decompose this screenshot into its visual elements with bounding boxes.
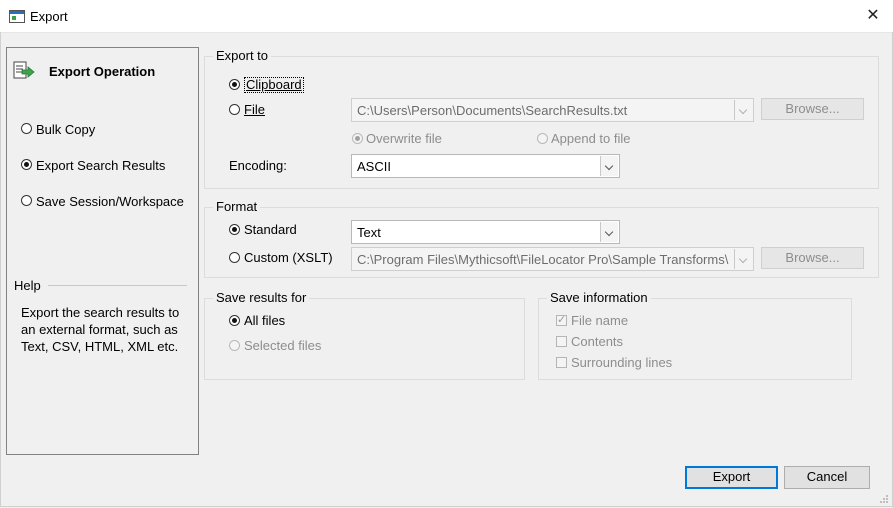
contents-label[interactable]: Contents — [571, 334, 623, 349]
help-line: Text, CSV, HTML, XML etc. — [21, 339, 179, 354]
app-icon — [9, 10, 25, 23]
chevron-down-icon[interactable] — [734, 249, 752, 269]
operation-panel — [6, 47, 199, 455]
file-name-checkbox[interactable] — [556, 313, 567, 326]
title-bar — [0, 0, 893, 33]
save-results-label: Save results for — [213, 290, 310, 305]
cancel-button[interactable]: Cancel — [784, 466, 870, 489]
close-icon: ✕ — [866, 7, 880, 24]
append-file-radio[interactable] — [537, 133, 548, 144]
help-text: Export the search results to an external… — [21, 304, 179, 355]
xslt-browse-button[interactable]: Browse... — [761, 247, 864, 269]
save-session-label[interactable]: Save Session/Workspace — [36, 194, 184, 209]
export-to-label: Export to — [213, 48, 272, 63]
standard-radio[interactable] — [229, 224, 240, 235]
file-browse-button[interactable]: Browse... — [761, 98, 864, 120]
contents-checkbox[interactable] — [556, 336, 567, 347]
custom-xslt-label[interactable]: Custom (XSLT) — [244, 250, 333, 265]
clipboard-text: Clipboard — [246, 77, 302, 92]
standard-format-combo[interactable]: Text — [351, 220, 620, 244]
help-line: an external format, such as — [21, 322, 178, 337]
file-path-value: C:\Users\Person\Documents\SearchResults.… — [357, 103, 628, 118]
overwrite-file-radio[interactable] — [352, 133, 363, 144]
chevron-down-icon[interactable] — [600, 156, 618, 176]
surrounding-lines-checkbox[interactable] — [556, 357, 567, 368]
append-file-label[interactable]: Append to file — [551, 131, 631, 146]
close-button[interactable]: ✕ — [858, 4, 888, 28]
help-heading: Help — [14, 278, 41, 293]
resize-grip-icon[interactable] — [879, 494, 889, 504]
file-radio[interactable] — [229, 104, 240, 115]
standard-format-value: Text — [357, 225, 381, 240]
selected-files-radio[interactable] — [229, 340, 240, 351]
save-information-label: Save information — [547, 290, 651, 305]
export-document-icon — [13, 61, 35, 79]
save-session-radio[interactable] — [21, 195, 32, 206]
encoding-value: ASCII — [357, 159, 391, 174]
all-files-radio[interactable] — [229, 315, 240, 326]
all-files-label[interactable]: All files — [244, 313, 285, 328]
file-path-combo[interactable]: C:\Users\Person\Documents\SearchResults.… — [351, 98, 754, 122]
custom-xslt-radio[interactable] — [229, 252, 240, 263]
encoding-label: Encoding: — [229, 158, 287, 173]
overwrite-file-label[interactable]: Overwrite file — [366, 131, 442, 146]
export-search-results-radio[interactable] — [21, 159, 32, 170]
chevron-down-icon[interactable] — [734, 100, 752, 120]
export-search-results-label[interactable]: Export Search Results — [36, 158, 165, 173]
clipboard-radio[interactable] — [229, 79, 240, 90]
file-text: File — [244, 102, 265, 117]
help-line: Export the search results to — [21, 305, 180, 320]
custom-xslt-path-combo[interactable]: C:\Program Files\Mythicsoft\FileLocator … — [351, 247, 754, 271]
format-label: Format — [213, 199, 261, 214]
clipboard-label[interactable]: Clipboard — [244, 77, 304, 93]
operation-title: Export Operation — [49, 64, 156, 79]
file-label[interactable]: File — [244, 102, 265, 117]
surrounding-lines-label[interactable]: Surrounding lines — [571, 355, 672, 370]
selected-files-label[interactable]: Selected files — [244, 338, 321, 353]
help-divider — [48, 285, 187, 286]
file-name-label[interactable]: File name — [571, 313, 628, 328]
encoding-combo[interactable]: ASCII — [351, 154, 620, 178]
bulk-copy-radio[interactable] — [21, 123, 32, 134]
window-title: Export — [30, 9, 68, 24]
export-button[interactable]: Export — [685, 466, 778, 489]
standard-label[interactable]: Standard — [244, 222, 297, 237]
chevron-down-icon[interactable] — [600, 222, 618, 242]
bulk-copy-label[interactable]: Bulk Copy — [36, 122, 95, 137]
custom-xslt-path-value: C:\Program Files\Mythicsoft\FileLocator … — [357, 252, 729, 267]
